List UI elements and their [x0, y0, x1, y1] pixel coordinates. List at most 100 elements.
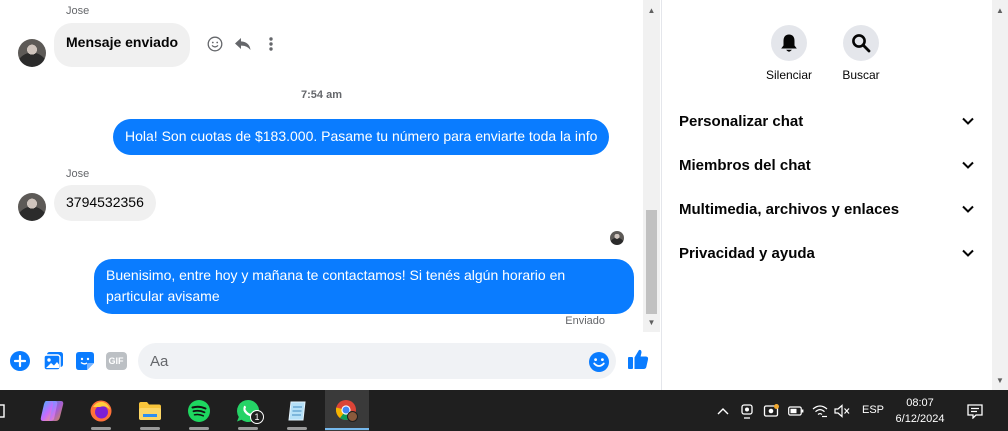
volume-muted-icon	[834, 404, 850, 418]
sticker-icon	[76, 352, 94, 370]
sticker-button[interactable]	[74, 350, 96, 372]
webcam-icon	[741, 404, 753, 419]
section-label: Miembros del chat	[679, 156, 811, 174]
incoming-message[interactable]: 3794532356	[54, 185, 156, 221]
attach-media-button[interactable]	[42, 350, 64, 372]
folder-icon	[139, 401, 161, 420]
more-options-button[interactable]	[262, 35, 280, 53]
tray-battery[interactable]	[787, 402, 805, 420]
section-label: Personalizar chat	[679, 112, 804, 130]
taskbar: 1 ESP 08:07 6/12/2024	[0, 390, 1008, 431]
section-media-files-links[interactable]: Multimedia, archivos y enlaces	[679, 197, 975, 221]
message-list[interactable]: Jose Mensaje enviado 7:54 am Hola! Son c…	[0, 0, 643, 332]
notification-center-icon	[967, 404, 983, 419]
search-button[interactable]: Buscar	[831, 25, 891, 82]
message-timestamp: 7:54 am	[301, 89, 342, 101]
message-input[interactable]	[138, 343, 616, 379]
chat-info-panel: Silenciar Buscar Personalizar chat Miemb…	[662, 0, 992, 390]
clock-time: 08:07	[906, 397, 934, 409]
chevron-down-icon	[962, 117, 974, 125]
running-indicator	[189, 427, 209, 430]
scrollbar-thumb[interactable]	[646, 210, 657, 314]
scroll-up-arrow[interactable]: ▲	[992, 2, 1008, 18]
chevron-down-icon	[962, 161, 974, 169]
taskbar-spotify[interactable]	[177, 390, 221, 431]
gif-icon: GIF	[105, 352, 127, 370]
wifi-icon	[812, 405, 828, 418]
chat-scrollbar[interactable]: ▲ ▼	[643, 0, 660, 332]
message-actions	[206, 35, 280, 53]
reply-button[interactable]	[234, 35, 252, 53]
active-indicator	[325, 428, 369, 430]
chrome-icon	[335, 399, 358, 422]
avatar[interactable]	[18, 193, 46, 221]
reply-icon	[235, 38, 251, 50]
more-actions-button[interactable]	[9, 350, 31, 372]
notification-badge: 1	[250, 410, 264, 424]
taskbar-file-explorer[interactable]	[128, 390, 172, 431]
read-receipt-avatar	[610, 231, 624, 245]
mute-button[interactable]: Silenciar	[759, 25, 819, 82]
task-view-icon	[0, 403, 5, 418]
show-hidden-icons-button[interactable]	[716, 402, 730, 420]
running-indicator	[287, 427, 307, 430]
section-chat-members[interactable]: Miembros del chat	[679, 153, 975, 177]
smiley-icon	[207, 36, 223, 52]
emoji-button[interactable]	[588, 351, 610, 373]
taskbar-chrome[interactable]	[325, 390, 369, 431]
task-view-button[interactable]	[0, 390, 10, 431]
spotify-icon	[188, 399, 210, 422]
tray-location[interactable]	[762, 402, 780, 420]
scroll-down-arrow[interactable]: ▼	[643, 314, 660, 331]
taskbar-copilot[interactable]	[30, 390, 74, 431]
scroll-up-arrow[interactable]: ▲	[643, 2, 660, 19]
tray-camera[interactable]	[739, 402, 755, 420]
mute-circle	[771, 25, 807, 61]
taskbar-notepad[interactable]	[275, 390, 319, 431]
notepad-icon	[288, 401, 306, 420]
gif-button[interactable]: GIF	[105, 350, 127, 372]
mute-label: Silenciar	[765, 68, 813, 82]
tray-network[interactable]	[811, 402, 829, 420]
search-circle	[843, 25, 879, 61]
search-label: Buscar	[842, 68, 880, 82]
running-indicator	[140, 427, 160, 430]
running-indicator	[91, 427, 111, 430]
smiley-icon	[589, 352, 609, 372]
tray-volume[interactable]	[833, 402, 851, 420]
section-customize-chat[interactable]: Personalizar chat	[679, 109, 975, 133]
clock-date: 6/12/2024	[895, 413, 945, 425]
bell-icon	[781, 34, 797, 52]
react-button[interactable]	[206, 35, 224, 53]
message-sender: Jose	[66, 168, 90, 180]
message-sender: Jose	[66, 5, 90, 17]
chevron-down-icon	[962, 205, 974, 213]
page-scrollbar[interactable]: ▲ ▼	[992, 0, 1008, 390]
image-icon	[42, 352, 63, 371]
firefox-icon	[90, 400, 112, 421]
outgoing-message[interactable]: Buenisimo, entre hoy y mañana te contact…	[94, 259, 634, 314]
incoming-message[interactable]: Mensaje enviado	[54, 23, 191, 67]
notifications-button[interactable]	[966, 402, 984, 420]
chevron-up-icon	[717, 408, 729, 415]
running-indicator	[238, 427, 258, 430]
taskbar-whatsapp[interactable]: 1	[226, 390, 270, 431]
message-status: Enviado	[565, 315, 605, 327]
like-button[interactable]	[627, 348, 649, 370]
chat-pane: Jose Mensaje enviado 7:54 am Hola! Son c…	[0, 0, 662, 390]
section-privacy-help[interactable]: Privacidad y ayuda	[679, 241, 975, 265]
search-icon	[852, 34, 871, 53]
avatar[interactable]	[18, 39, 46, 67]
more-vertical-icon	[269, 37, 273, 51]
section-label: Privacidad y ayuda	[679, 244, 815, 262]
clock[interactable]: 08:07 6/12/2024	[888, 395, 952, 427]
section-label: Multimedia, archivos y enlaces	[679, 200, 900, 218]
scroll-down-arrow[interactable]: ▼	[992, 372, 1008, 388]
message-composer: GIF	[0, 332, 660, 390]
thumbs-up-icon	[628, 349, 649, 369]
outgoing-message[interactable]: Hola! Son cuotas de $183.000. Pasame tu …	[113, 119, 610, 155]
input-language[interactable]: ESP	[862, 404, 884, 416]
chevron-down-icon	[962, 249, 974, 257]
plus-circle-icon	[10, 351, 30, 371]
taskbar-firefox[interactable]	[79, 390, 123, 431]
